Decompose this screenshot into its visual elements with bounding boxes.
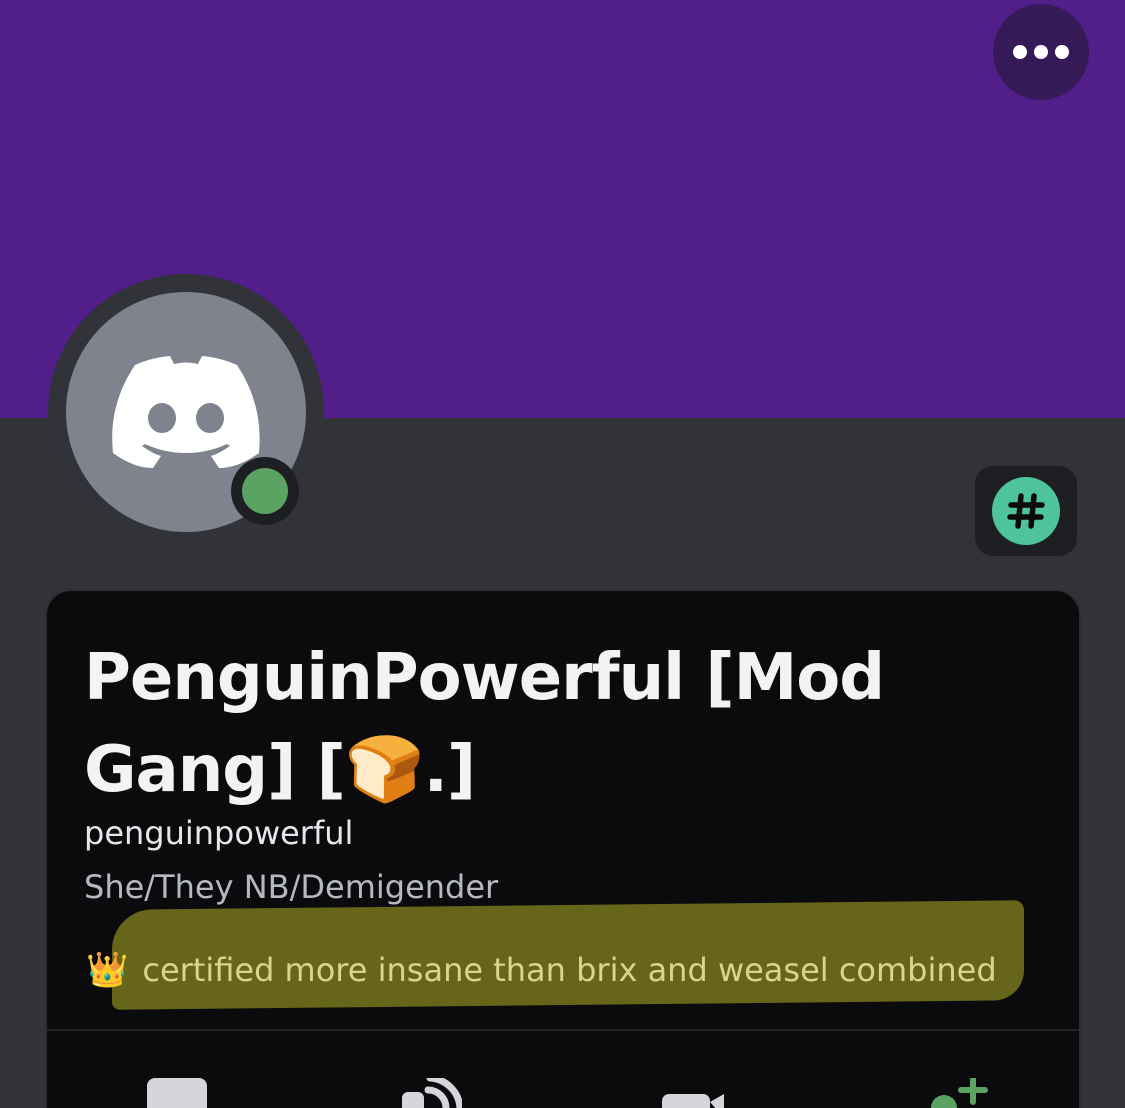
add-friend-icon (931, 1075, 988, 1108)
more-horizontal-icon (1013, 45, 1027, 59)
pronouns: She/They NB/Demigender (84, 868, 499, 906)
custom-status-text: certified more insane than brix and weas… (142, 951, 997, 989)
voice-call-button[interactable] (402, 1074, 464, 1108)
online-status-indicator (242, 468, 288, 514)
discord-logo-icon (112, 356, 260, 468)
voice-call-icon (402, 1074, 464, 1108)
hash-badge-icon (992, 477, 1060, 545)
video-call-icon (662, 1094, 724, 1108)
video-call-button[interactable] (662, 1078, 726, 1108)
add-friend-button[interactable] (928, 1075, 990, 1108)
profile-badge-button[interactable] (975, 466, 1077, 556)
display-name: PenguinPowerful [Mod Gang] [🍞.] (84, 641, 885, 807)
more-options-button[interactable] (993, 4, 1089, 100)
message-button[interactable] (147, 1078, 207, 1108)
crown-emoji-icon: 👑 (86, 950, 129, 990)
divider (47, 1029, 1079, 1031)
username: penguinpowerful (84, 814, 354, 852)
custom-status: 👑 certified more insane than brix and we… (86, 946, 997, 994)
